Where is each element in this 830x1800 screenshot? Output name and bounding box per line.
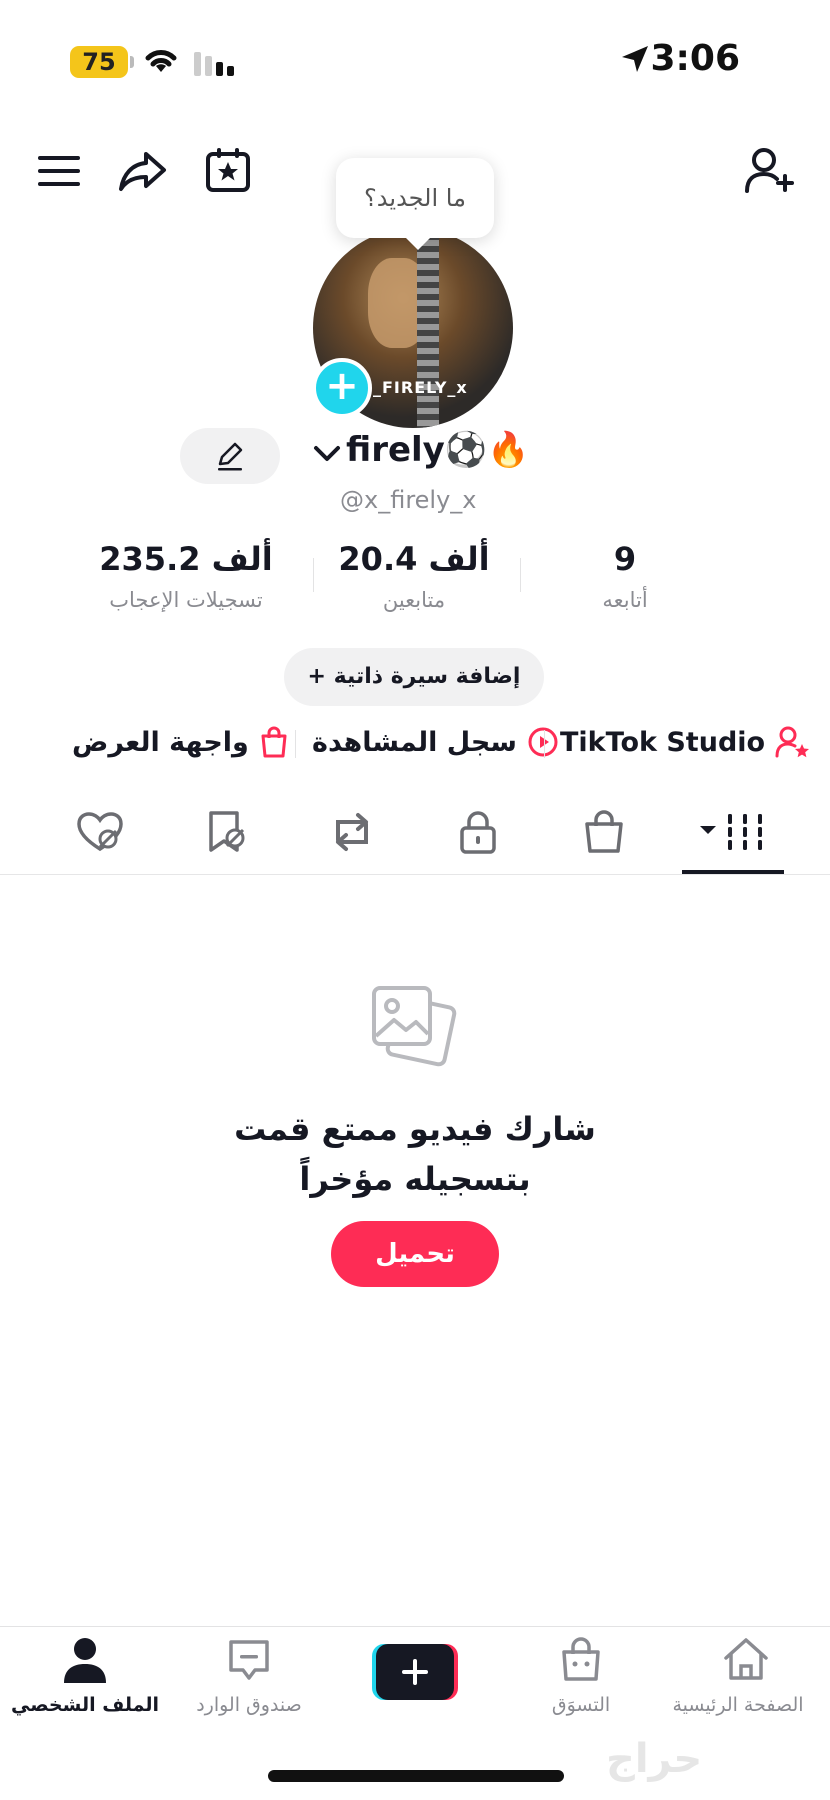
videos-tab[interactable]	[696, 806, 770, 858]
location-arrow-icon	[620, 44, 650, 74]
followers-label: متابعين	[382, 588, 446, 612]
nav-inbox-label: صندوق الوارد	[196, 1694, 302, 1716]
nav-home-label: الصفحة الرئيسية	[672, 1694, 804, 1716]
likes-count[interactable]: 235.2 ألف	[86, 540, 286, 578]
nav-home[interactable]: الصفحة الرئيسية	[660, 1636, 830, 1726]
reposts-tab[interactable]	[322, 806, 382, 858]
home-indicator	[268, 1770, 564, 1782]
share-icon[interactable]	[116, 146, 170, 196]
grid-dropdown-icon	[700, 814, 762, 850]
stat-divider	[520, 558, 521, 592]
watch-history-link[interactable]: سجل المشاهدة	[312, 726, 559, 758]
battery-indicator: 75	[70, 46, 134, 78]
edit-profile-button[interactable]	[180, 428, 280, 484]
add-bio-button[interactable]: + إضافة سيرة ذاتية	[284, 648, 544, 706]
plus-icon	[376, 1644, 454, 1700]
shop-tab[interactable]	[574, 806, 634, 858]
tabs-divider	[0, 874, 830, 875]
liked-hidden-tab[interactable]	[70, 806, 130, 858]
link-divider	[295, 730, 296, 758]
chevron-down-icon[interactable]	[312, 444, 342, 464]
nav-profile[interactable]: الملف الشخصي	[0, 1636, 170, 1726]
empty-state-title: شارك فيديو ممتع قمت بتسجيله مؤخراً	[200, 1104, 630, 1204]
profile-username: @x_firely_x	[340, 486, 477, 514]
lock-icon	[460, 811, 496, 854]
empty-state-title-line2: بتسجيله مؤخراً	[299, 1160, 531, 1198]
showcase-label: واجهة العرض	[72, 726, 249, 758]
link-divider	[544, 730, 545, 758]
menu-icon[interactable]	[36, 148, 82, 194]
showcase-link[interactable]: واجهة العرض	[72, 726, 289, 758]
nav-profile-label: الملف الشخصي	[10, 1694, 159, 1716]
repost-icon	[336, 813, 368, 851]
tiktok-studio-label: TikTok Studio	[560, 726, 766, 758]
haraj-watermark: حراج	[606, 1736, 703, 1782]
bottom-nav-divider	[0, 1626, 830, 1627]
nav-inbox[interactable]: صندوق الوارد	[164, 1636, 334, 1726]
likes-label: تسجيلات الإعجاب	[109, 588, 263, 612]
avatar-stripe	[417, 228, 439, 428]
following-label: أتابعه	[602, 588, 648, 612]
person-icon	[62, 1636, 108, 1684]
shopping-bag-icon	[259, 726, 289, 758]
add-friend-icon[interactable]	[744, 146, 796, 196]
avatar-watermark-text: _FIRELY_x	[373, 378, 468, 397]
pencil-icon	[218, 442, 243, 471]
create-button[interactable]	[372, 1644, 458, 1700]
following-count[interactable]: 9	[525, 540, 725, 578]
play-circle-icon	[527, 726, 559, 758]
private-tab[interactable]	[448, 806, 508, 858]
heart-eye-off-icon	[77, 812, 123, 852]
profile-name[interactable]: firely⚽🔥	[346, 430, 530, 470]
nav-shop[interactable]: التسوَق	[496, 1636, 666, 1726]
shopping-bag-icon	[560, 1636, 602, 1682]
home-icon	[722, 1636, 770, 1682]
clock: 3:06	[650, 38, 740, 79]
empty-state-title-line1: شارك فيديو ممتع قمت	[234, 1110, 596, 1148]
add-story-button[interactable]: +	[312, 358, 372, 418]
signal-icon	[192, 48, 236, 76]
creator-star-icon	[775, 726, 811, 758]
whats-new-tooltip[interactable]: ما الجديد؟	[336, 158, 494, 250]
photos-icon	[370, 984, 462, 1076]
battery-level: 75	[82, 48, 116, 76]
calendar-star-icon[interactable]	[204, 146, 252, 194]
bookmark-eye-off-icon	[209, 811, 245, 852]
upload-button[interactable]: تحميل	[331, 1221, 499, 1287]
favorites-hidden-tab[interactable]	[196, 806, 256, 858]
nav-shop-label: التسوَق	[551, 1694, 611, 1716]
watch-history-label: سجل المشاهدة	[312, 726, 517, 758]
inbox-icon	[227, 1638, 271, 1682]
followers-count[interactable]: 20.4 ألف	[314, 540, 514, 578]
wifi-icon	[142, 44, 180, 76]
shopping-bag-icon	[585, 810, 623, 853]
tiktok-studio-link[interactable]: TikTok Studio	[560, 726, 811, 758]
